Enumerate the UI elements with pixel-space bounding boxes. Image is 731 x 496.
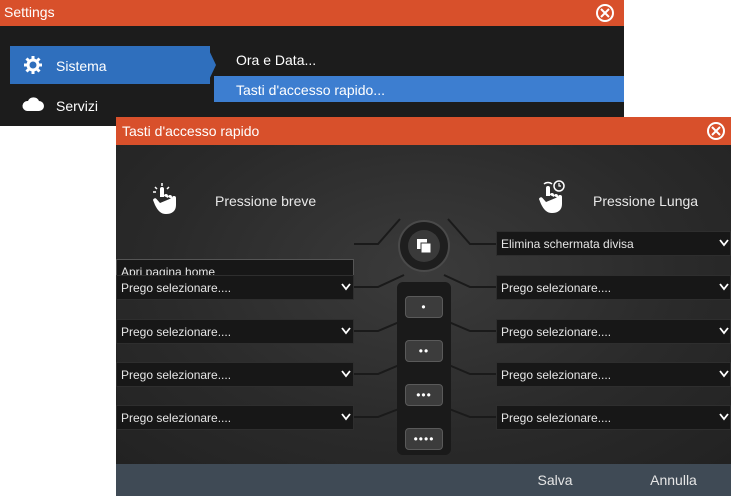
chevron-down-icon: [719, 370, 729, 378]
close-icon: [711, 126, 721, 136]
quick-key-1-button[interactable]: •: [405, 296, 443, 318]
short-press-select-2[interactable]: Prego selezionare....: [116, 319, 354, 344]
submenu-item-tasti[interactable]: Tasti d'accesso rapido...: [236, 82, 385, 98]
long-press-select-home[interactable]: Elimina schermata divisa: [496, 231, 731, 256]
long-press-select-3[interactable]: Prego selezionare....: [496, 362, 731, 387]
settings-title: Settings: [4, 4, 55, 20]
long-press-label: Pressione Lunga: [593, 193, 699, 209]
cancel-button[interactable]: Annulla: [616, 464, 731, 496]
short-press-select-1[interactable]: Prego selezionare....: [116, 275, 354, 300]
settings-titlebar: Settings: [0, 0, 624, 26]
long-press-hand-icon: [539, 180, 565, 213]
settings-window: Settings Sistema Servizi Ora e Data... T…: [0, 0, 624, 126]
quick-keys-dialog: Tasti d'accesso rapido Pressione breve P…: [116, 117, 731, 496]
sidebar-item-label: Sistema: [56, 58, 107, 74]
chevron-down-icon: [719, 327, 729, 335]
short-press-select-4[interactable]: Prego selezionare....: [116, 405, 354, 430]
close-icon: [600, 8, 610, 18]
chevron-down-icon: [341, 413, 351, 421]
dialog-close-button[interactable]: [707, 122, 725, 140]
save-button[interactable]: Salva: [504, 464, 606, 496]
cloud-icon: [22, 97, 44, 111]
chevron-down-icon: [341, 370, 351, 378]
home-key-hub: [398, 220, 450, 272]
settings-close-button[interactable]: [596, 4, 614, 22]
dialog-footer: Salva Annulla: [116, 464, 731, 496]
short-press-label: Pressione breve: [215, 193, 317, 209]
chevron-down-icon: [341, 283, 351, 291]
quick-key-3-button[interactable]: •••: [405, 384, 443, 406]
quick-key-4-button[interactable]: ••••: [405, 428, 443, 450]
dialog-titlebar: Tasti d'accesso rapido: [116, 117, 731, 145]
sidebar-item-label: Servizi: [56, 98, 99, 114]
home-key-button[interactable]: [408, 230, 440, 262]
long-press-select-4[interactable]: Prego selezionare....: [496, 405, 731, 430]
long-press-select-2[interactable]: Prego selezionare....: [496, 319, 731, 344]
pages-icon: [417, 239, 432, 254]
gear-icon: [24, 56, 42, 74]
submenu-item-ora-data[interactable]: Ora e Data...: [236, 52, 316, 68]
short-press-hand-icon: [153, 183, 176, 214]
quick-key-column: • •• ••• ••••: [397, 282, 451, 455]
chevron-down-icon: [719, 283, 729, 291]
sidebar-item-sistema[interactable]: Sistema: [10, 46, 210, 84]
chevron-down-icon: [341, 327, 351, 335]
chevron-down-icon: [719, 239, 729, 247]
short-press-select-3[interactable]: Prego selezionare....: [116, 362, 354, 387]
dialog-title: Tasti d'accesso rapido: [122, 123, 260, 139]
dialog-content: Pressione breve Pressione Lunga • •• •••…: [116, 145, 731, 464]
long-press-select-1[interactable]: Prego selezionare....: [496, 275, 731, 300]
chevron-down-icon: [719, 413, 729, 421]
quick-key-2-button[interactable]: ••: [405, 340, 443, 362]
